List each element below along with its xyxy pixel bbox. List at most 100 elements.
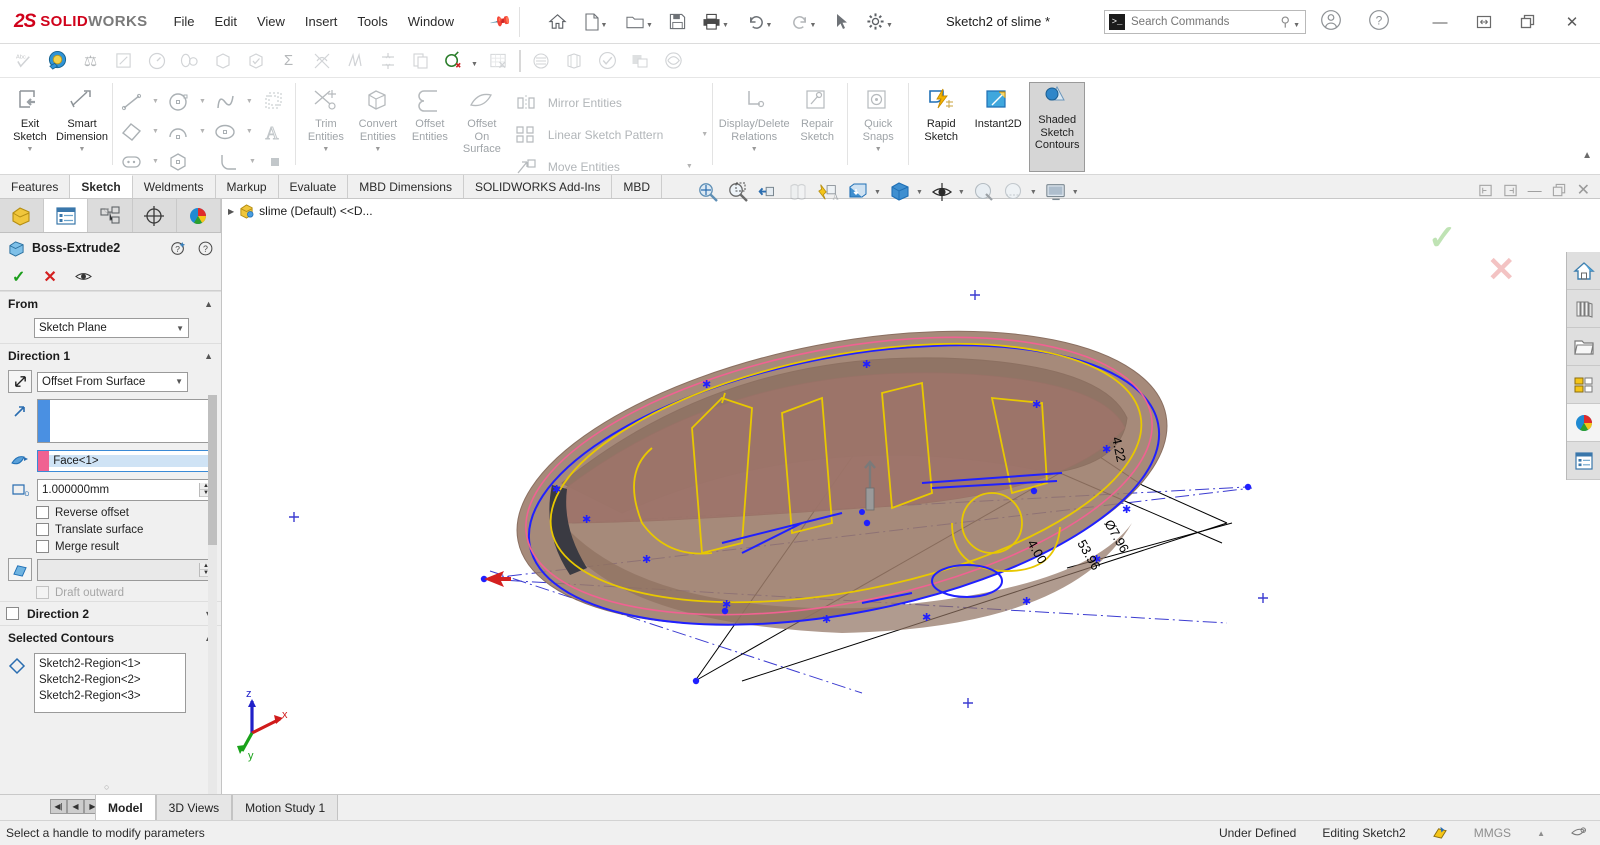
repair-sketch-button[interactable]: Repair Sketch bbox=[791, 82, 843, 143]
direction1-section-header[interactable]: Direction 1 ▲ bbox=[0, 343, 221, 367]
check-mark-circle-icon[interactable] bbox=[591, 46, 624, 76]
draft-analysis-icon[interactable] bbox=[338, 46, 371, 76]
save-icon[interactable] bbox=[662, 7, 692, 37]
chevron-down-icon[interactable]: ▼ bbox=[916, 189, 923, 196]
apply-scene-2-icon[interactable] bbox=[1000, 179, 1028, 205]
new-document-icon[interactable]: ▼ bbox=[574, 7, 616, 37]
quick-snaps-button[interactable]: Quick Snaps ▼ bbox=[852, 82, 904, 153]
redo-icon[interactable]: ▼ bbox=[782, 7, 824, 37]
minimize-icon[interactable]: — bbox=[1418, 4, 1462, 40]
menu-item-edit[interactable]: Edit bbox=[215, 14, 237, 29]
help-icon[interactable]: ? bbox=[198, 241, 213, 256]
view-settings-icon[interactable] bbox=[1042, 179, 1070, 205]
chevron-up-icon[interactable]: ▲ bbox=[204, 299, 213, 309]
chevron-down-icon[interactable]: ▼ bbox=[875, 146, 882, 153]
restore-icon[interactable] bbox=[1462, 4, 1506, 40]
feature-tree-root-label[interactable]: slime (Default) <<D... bbox=[259, 204, 372, 218]
restore-right-icon[interactable] bbox=[1503, 183, 1518, 198]
chevron-down-icon[interactable]: ▼ bbox=[471, 61, 478, 68]
section-properties-icon[interactable] bbox=[107, 46, 140, 76]
ok-button[interactable]: ✓ bbox=[12, 267, 25, 287]
custom-properties-tab[interactable] bbox=[1567, 442, 1600, 480]
display-style-icon[interactable] bbox=[886, 179, 914, 205]
menu-item-tools[interactable]: Tools bbox=[357, 14, 387, 29]
file-explorer-tab[interactable] bbox=[1567, 328, 1600, 366]
property-manager-tab[interactable] bbox=[44, 199, 89, 232]
mirror-entities-button[interactable]: Mirror Entities bbox=[512, 88, 708, 117]
linear-sketch-pattern-button[interactable]: Linear Sketch Pattern ▼ bbox=[512, 120, 708, 149]
sketch-relations-icon[interactable] bbox=[437, 46, 470, 76]
chevron-up-icon[interactable]: ▲ bbox=[1537, 829, 1545, 838]
chevron-down-icon[interactable]: ▼ bbox=[958, 189, 965, 196]
tab-motion-study-1[interactable]: Motion Study 1 bbox=[232, 795, 339, 821]
menu-item-window[interactable]: Window bbox=[408, 14, 454, 29]
first-icon[interactable]: ◀| bbox=[50, 799, 67, 814]
offset-distance-field[interactable]: 1.000000mm ▲ ▼ bbox=[37, 478, 213, 501]
reverse-direction-button[interactable] bbox=[8, 370, 32, 393]
checkbox-box[interactable] bbox=[36, 506, 49, 519]
tolerance-icon[interactable] bbox=[1571, 826, 1588, 840]
end-condition-select[interactable]: Offset From Surface ▼ bbox=[37, 371, 188, 392]
chevron-down-icon[interactable]: ▼ bbox=[152, 158, 159, 165]
smart-dimension-button[interactable]: Smart Dimension ▼ bbox=[56, 82, 108, 153]
tab-weldments[interactable]: Weldments bbox=[132, 175, 216, 198]
design-table-icon[interactable] bbox=[482, 46, 515, 76]
list-item[interactable]: Sketch2-Region<3> bbox=[39, 688, 181, 704]
menu-item-view[interactable]: View bbox=[257, 14, 285, 29]
point-icon[interactable] bbox=[261, 149, 291, 174]
minimize-viewport-icon[interactable]: — bbox=[1528, 182, 1542, 198]
translate-surface-checkbox[interactable]: Translate surface bbox=[0, 521, 221, 538]
ellipse-icon[interactable] bbox=[211, 119, 241, 144]
simulation-icon[interactable] bbox=[558, 46, 591, 76]
spell-checker-icon[interactable]: Abc bbox=[8, 46, 41, 76]
panel-top-grip[interactable]: ○ bbox=[104, 205, 109, 215]
chevron-down-icon[interactable]: ▼ bbox=[1030, 189, 1037, 196]
previous-icon[interactable]: ◀ bbox=[67, 799, 84, 814]
apply-scene-icon[interactable] bbox=[844, 179, 872, 205]
tab-evaluate[interactable]: Evaluate bbox=[278, 175, 349, 198]
sensor-icon[interactable] bbox=[140, 46, 173, 76]
dimxpert-manager-tab[interactable] bbox=[132, 199, 177, 232]
from-start-condition-select[interactable]: Sketch Plane ▼ bbox=[34, 318, 189, 338]
offset-entities-button[interactable]: Offset Entities bbox=[404, 82, 456, 143]
help-icon[interactable]: ? bbox=[1368, 9, 1390, 31]
offset-on-surface-button[interactable]: Offset On Surface bbox=[456, 82, 508, 156]
confirmation-corner-ok-icon[interactable]: ✓ bbox=[1428, 218, 1457, 258]
direction2-section-header[interactable]: Direction 2 ▼ bbox=[0, 601, 221, 625]
property-manager-scrollbar[interactable] bbox=[208, 395, 217, 795]
performance-evaluation-icon[interactable] bbox=[173, 46, 206, 76]
shaded-sketch-contours-button[interactable]: Shaded Sketch Contours bbox=[1029, 82, 1086, 172]
statistics-icon[interactable]: Σ bbox=[272, 46, 305, 76]
menu-item-file[interactable]: File bbox=[174, 14, 195, 29]
tab-mbd-dimensions[interactable]: MBD Dimensions bbox=[348, 175, 464, 198]
zoom-to-fit-icon[interactable] bbox=[694, 179, 722, 205]
confirmation-corner-cancel-icon[interactable]: ✕ bbox=[1487, 250, 1516, 290]
display-delete-relations-button[interactable]: Display/Delete Relations ▼ bbox=[717, 82, 791, 153]
trim-entities-button[interactable]: Trim Entities ▼ bbox=[300, 82, 352, 153]
tab-markup[interactable]: Markup bbox=[215, 175, 279, 198]
chevron-down-icon[interactable]: ▼ bbox=[249, 158, 256, 165]
search-input[interactable] bbox=[1131, 16, 1251, 28]
3d-sketch-icon[interactable] bbox=[258, 89, 288, 114]
dfm-icon[interactable] bbox=[624, 46, 657, 76]
mass-properties-icon[interactable]: ⚖ bbox=[74, 46, 107, 76]
edit-appearance-icon[interactable] bbox=[970, 179, 998, 205]
selected-contours-header[interactable]: Selected Contours ▲ bbox=[0, 625, 221, 649]
solidworks-resources-tab[interactable] bbox=[1567, 252, 1600, 290]
slot-icon[interactable] bbox=[117, 149, 147, 174]
select-cursor-icon[interactable] bbox=[826, 7, 856, 37]
merge-result-checkbox[interactable]: Merge result bbox=[0, 538, 221, 555]
chevron-down-icon[interactable]: ▼ bbox=[874, 189, 881, 196]
checkbox-box[interactable] bbox=[36, 540, 49, 553]
undo-icon[interactable]: ▼ bbox=[738, 7, 780, 37]
list-item[interactable]: Sketch2-Region<1> bbox=[39, 656, 181, 672]
checkbox-box[interactable] bbox=[36, 523, 49, 536]
face-selection-field[interactable]: Face<1> bbox=[37, 449, 213, 472]
chevron-down-icon[interactable]: ▼ bbox=[686, 163, 693, 170]
exit-sketch-button[interactable]: Exit Sketch ▼ bbox=[4, 82, 56, 153]
rapid-sketch-button[interactable]: Rapid Sketch bbox=[915, 82, 967, 143]
options-gear-icon[interactable]: ▼ bbox=[858, 7, 900, 37]
view-orientation-icon[interactable]: A bbox=[814, 179, 842, 205]
direction-reference-field[interactable] bbox=[37, 399, 213, 443]
panel-bottom-grip[interactable]: ○ bbox=[104, 782, 109, 792]
